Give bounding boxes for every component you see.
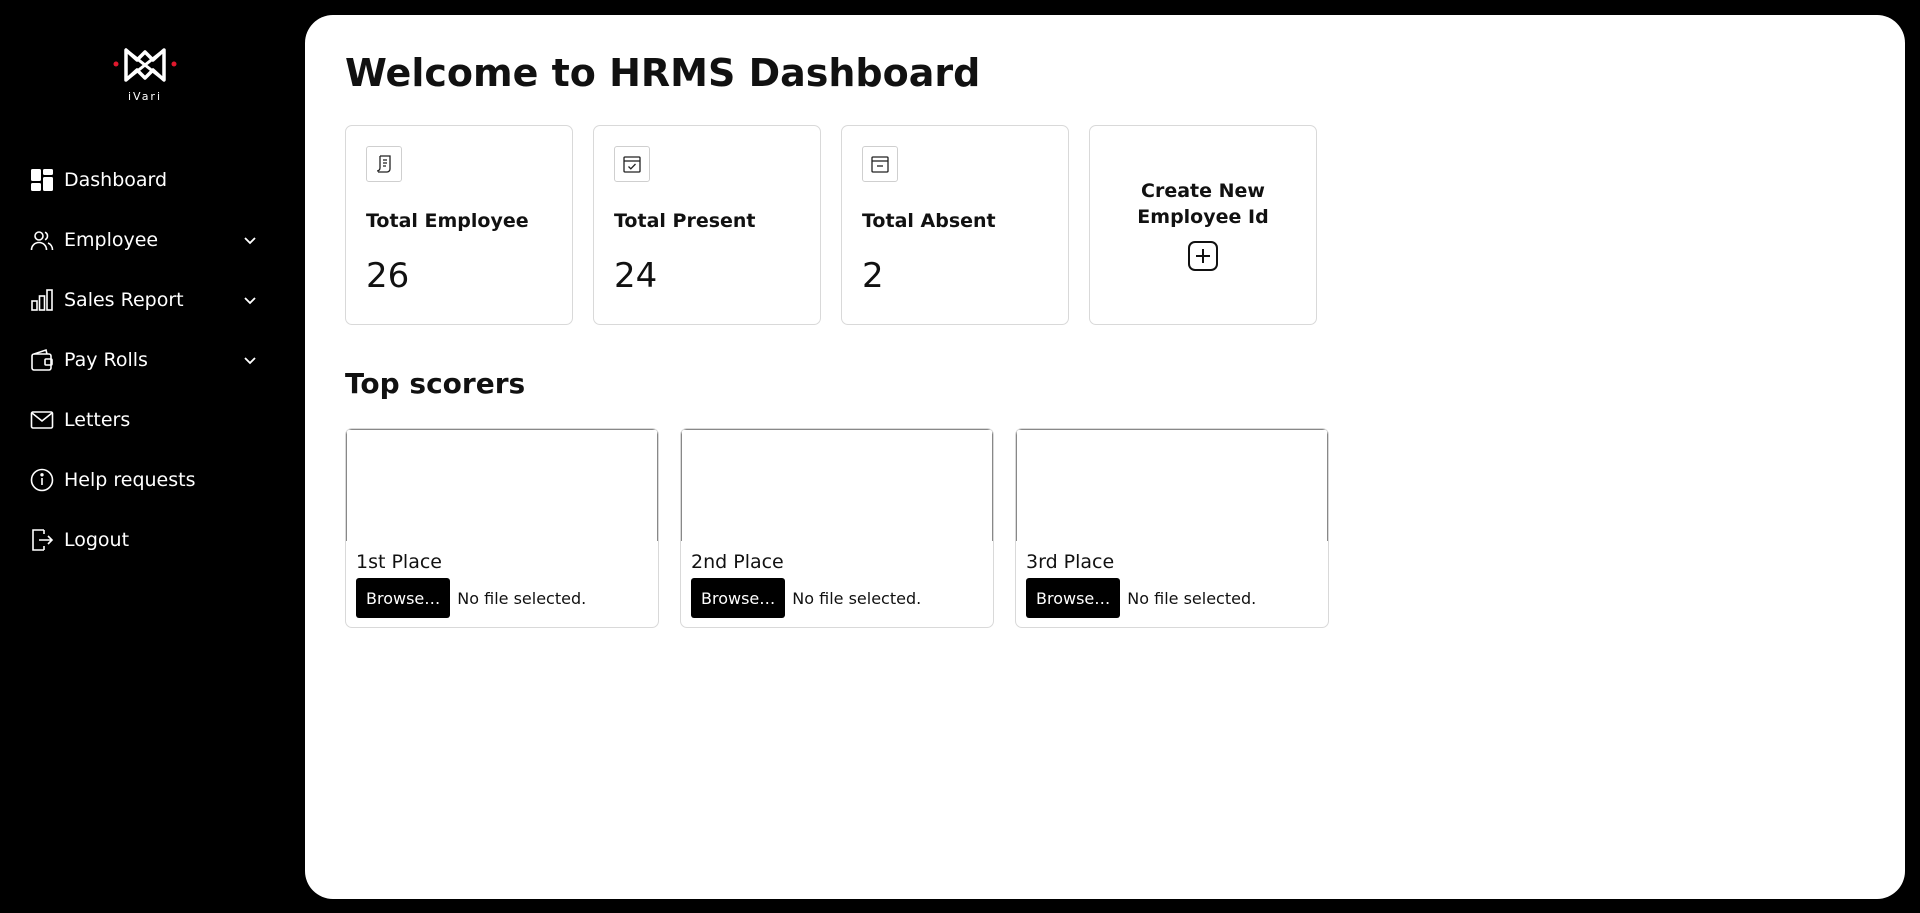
sidebar-item-label: Pay Rolls: [64, 349, 148, 371]
file-input[interactable]: Browse… No file selected.: [691, 578, 921, 618]
stat-value: 26: [366, 256, 410, 296]
sidebar-nav: Dashboard Employee Sales Report Pay Roll…: [0, 150, 305, 570]
bar-chart-icon: [30, 288, 54, 312]
stat-card-total-present: Total Present 24: [593, 125, 821, 325]
scorer-card-second: 2nd Place Browse… No file selected.: [680, 428, 994, 628]
sidebar-item-dashboard[interactable]: Dashboard: [0, 150, 305, 210]
users-icon: [30, 228, 54, 252]
scorer-place-label: 3rd Place: [1026, 551, 1115, 573]
browse-button[interactable]: Browse…: [691, 578, 786, 618]
sidebar-item-employee[interactable]: Employee: [0, 210, 305, 270]
stat-label: Total Employee: [366, 210, 529, 232]
stat-label: Total Present: [614, 210, 756, 232]
stat-card-total-employee: Total Employee 26: [345, 125, 573, 325]
create-employee-label: Create New Employee Id: [1137, 180, 1269, 228]
logo-text: iVari: [127, 90, 163, 103]
scorer-place-label: 2nd Place: [691, 551, 784, 573]
calendar-minus-icon: [862, 146, 898, 182]
calendar-check-icon: [614, 146, 650, 182]
chevron-down-icon[interactable]: [242, 232, 258, 248]
wallet-icon: [30, 348, 54, 372]
sidebar-item-label: Dashboard: [64, 169, 168, 191]
logout-icon: [30, 528, 54, 552]
sidebar-item-label: Letters: [64, 409, 131, 431]
file-input[interactable]: Browse… No file selected.: [1026, 578, 1256, 618]
scorer-place-label: 1st Place: [356, 551, 442, 573]
sidebar-item-help-requests[interactable]: Help requests: [0, 450, 305, 510]
logo-icon: [113, 48, 177, 82]
stat-value: 24: [614, 256, 658, 296]
stat-value: 2: [862, 256, 884, 296]
sidebar-item-label: Help requests: [64, 469, 196, 491]
stat-label: Total Absent: [862, 210, 996, 232]
scorer-card-third: 3rd Place Browse… No file selected.: [1015, 428, 1329, 628]
sidebar-item-label: Sales Report: [64, 289, 184, 311]
scorer-image-placeholder: [1016, 429, 1328, 541]
chevron-down-icon[interactable]: [242, 352, 258, 368]
mail-icon: [30, 408, 54, 432]
scorer-card-first: 1st Place Browse… No file selected.: [345, 428, 659, 628]
receipt-icon: [366, 146, 402, 182]
main-panel: Welcome to HRMS Dashboard Total Employee…: [305, 15, 1905, 899]
dashboard-icon: [30, 168, 54, 192]
info-icon: [30, 468, 54, 492]
brand-logo[interactable]: iVari: [110, 44, 180, 104]
sidebar-item-letters[interactable]: Letters: [0, 390, 305, 450]
sidebar-item-label: Logout: [64, 529, 130, 551]
sidebar-item-sales-report[interactable]: Sales Report: [0, 270, 305, 330]
stat-card-total-absent: Total Absent 2: [841, 125, 1069, 325]
page-title: Welcome to HRMS Dashboard: [345, 51, 981, 95]
plus-square-icon[interactable]: [1187, 240, 1219, 272]
create-employee-card[interactable]: Create New Employee Id: [1089, 125, 1317, 325]
sidebar-item-logout[interactable]: Logout: [0, 510, 305, 570]
top-scorers-title: Top scorers: [345, 367, 526, 400]
browse-button[interactable]: Browse…: [356, 578, 451, 618]
browse-button[interactable]: Browse…: [1026, 578, 1121, 618]
scorer-image-placeholder: [681, 429, 993, 541]
chevron-down-icon[interactable]: [242, 292, 258, 308]
scorer-image-placeholder: [346, 429, 658, 541]
file-status: No file selected.: [457, 588, 587, 608]
file-status: No file selected.: [792, 588, 922, 608]
file-status: No file selected.: [1127, 588, 1257, 608]
sidebar-item-pay-rolls[interactable]: Pay Rolls: [0, 330, 305, 390]
file-input[interactable]: Browse… No file selected.: [356, 578, 586, 618]
sidebar-item-label: Employee: [64, 229, 159, 251]
sidebar: iVari Dashboard Employee Sales Report Pa…: [0, 0, 305, 913]
